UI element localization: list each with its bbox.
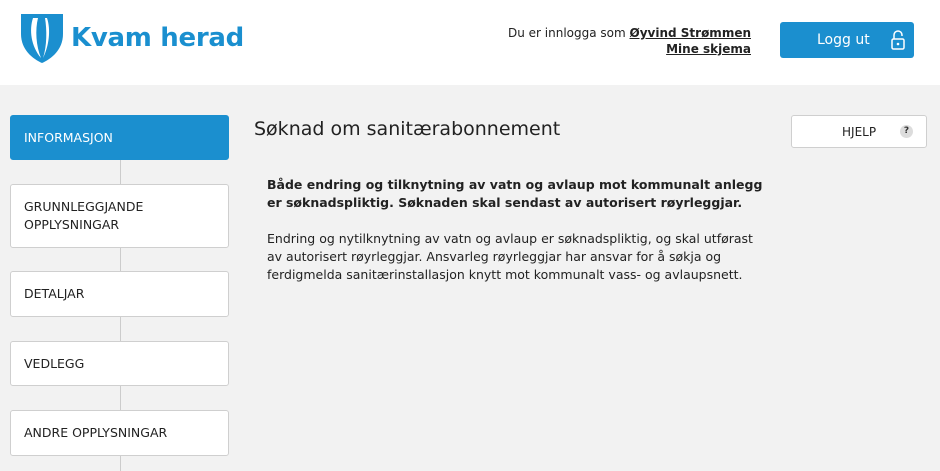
lock-open-icon	[891, 30, 905, 50]
coat-of-arms-icon	[21, 14, 63, 63]
sidebar-item-vedlegg[interactable]: VEDLEGG	[10, 341, 229, 386]
user-name-link[interactable]: Øyvind Strømmen	[630, 26, 752, 40]
info-content: Både endring og tilknytning av vatn og a…	[267, 176, 767, 284]
sidebar-item-label: ANDRE OPPLYSNINGAR	[24, 425, 168, 440]
logout-button[interactable]: Logg ut	[780, 22, 914, 58]
question-icon: ?	[900, 125, 913, 138]
logout-label: Logg ut	[817, 32, 870, 48]
page-title: Søknad om sanitærabonnement	[254, 118, 561, 140]
intro-text: Endring og nytilknytning av vatn og avla…	[267, 231, 753, 282]
help-button[interactable]: HJELP ?	[791, 115, 927, 148]
logged-in-line: Du er innlogga som Øyvind Strømmen	[508, 25, 751, 41]
my-forms-link[interactable]: Mine skjema	[666, 42, 751, 56]
sidebar-item-informasjon[interactable]: INFORMASJON	[10, 115, 229, 160]
sidebar-item-label: VEDLEGG	[24, 355, 85, 371]
sidebar-item-label: GRUNNLEGGJANDE OPPLYSNINGAR	[24, 199, 144, 232]
logged-in-label: Du er innlogga som	[507, 26, 630, 40]
sidebar-item-label: DETALJAR	[24, 286, 85, 301]
logo[interactable]: Kvam herad	[19, 12, 244, 64]
sidebar-item-andre-opplysningar[interactable]: ANDRE OPPLYSNINGAR	[10, 410, 229, 456]
user-info: Du er innlogga som Øyvind Strømmen Mine …	[508, 25, 751, 57]
page-header: Kvam herad Du er innlogga som Øyvind Str…	[0, 0, 940, 85]
sidebar-item-detaljar[interactable]: DETALJAR	[10, 271, 229, 317]
intro-bold-text: Både endring og tilknytning av vatn og a…	[267, 177, 763, 210]
help-label: HJELP	[842, 125, 877, 139]
sidebar-item-label: INFORMASJON	[24, 129, 113, 145]
sidebar-item-grunnleggjande-opplysningar[interactable]: GRUNNLEGGJANDE OPPLYSNINGAR	[10, 184, 229, 248]
logo-text: Kvam herad	[71, 23, 244, 53]
